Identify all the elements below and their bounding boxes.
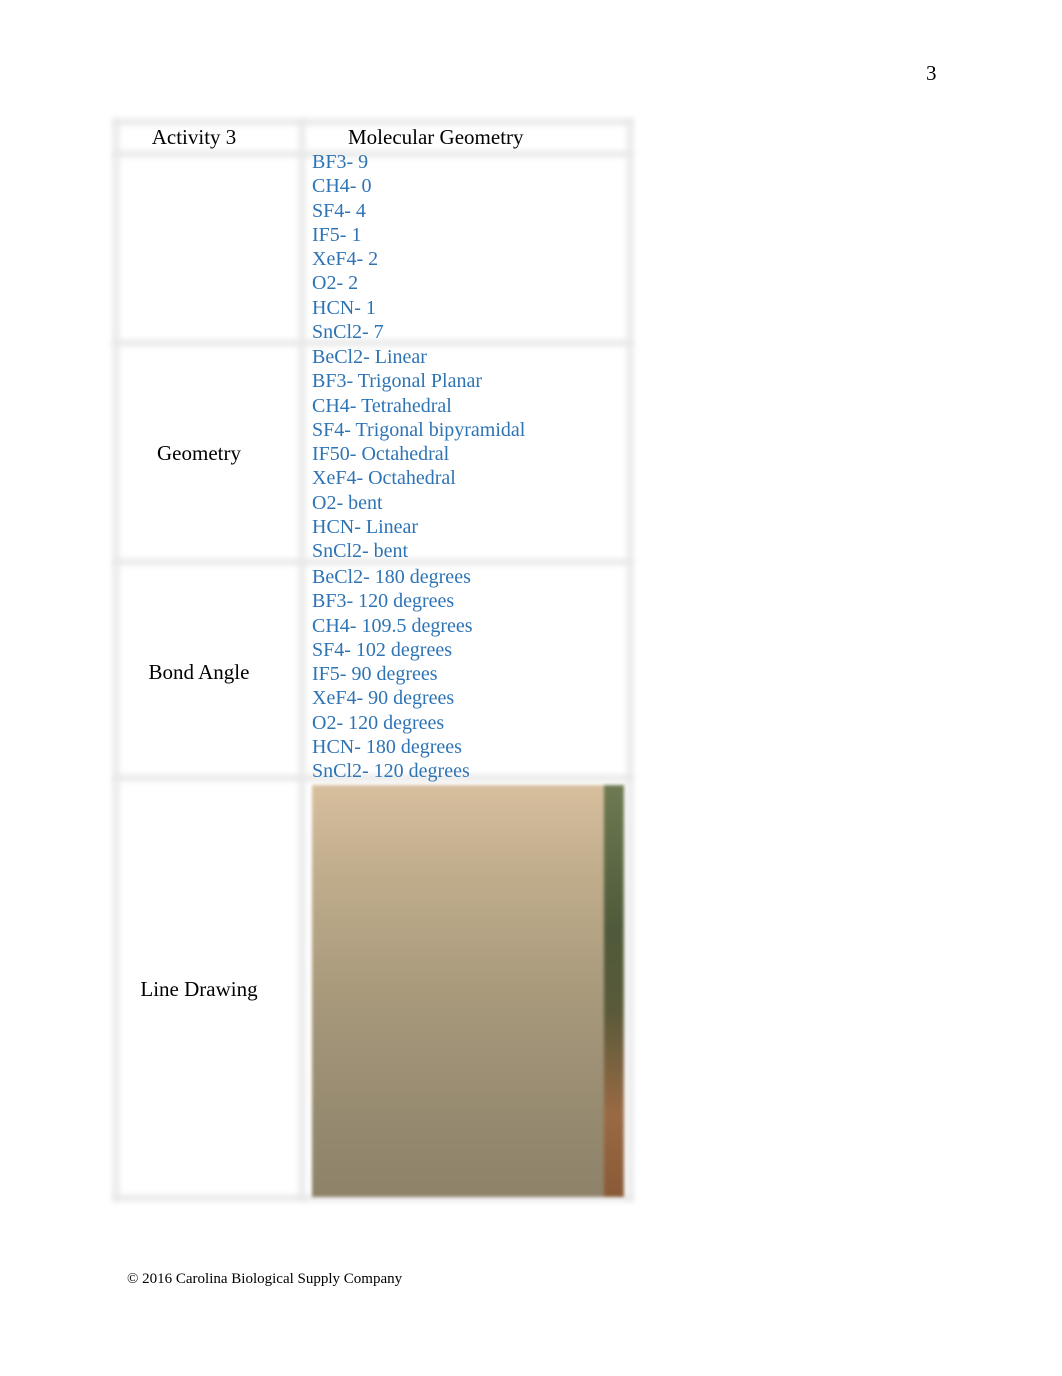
activity-table: Activity 3 Molecular Geometry BF3- 9 CH4… bbox=[113, 119, 633, 1204]
entry: BeCl2- Linear bbox=[312, 346, 427, 368]
table-border-right bbox=[627, 119, 633, 1201]
entry: CH4- 0 bbox=[312, 175, 372, 198]
entry: O2- 2 bbox=[312, 272, 359, 295]
entry: XeF4- Octahedral bbox=[312, 467, 456, 490]
entry: HCN- Linear bbox=[312, 516, 419, 539]
entry: IF50- Octahedral bbox=[312, 443, 450, 466]
line-drawing-photo bbox=[312, 785, 624, 1197]
entry: XeF4- 90 degrees bbox=[312, 687, 455, 710]
entry: BF3- Trigonal Planar bbox=[312, 370, 483, 393]
row3-entries: BeCl2- 180 degrees BF3- 120 degrees CH4-… bbox=[312, 565, 473, 784]
entry: SnCl2- bent bbox=[312, 540, 409, 563]
entry: O2- bent bbox=[312, 491, 383, 514]
row-label-line-drawing: Line Drawing bbox=[140, 977, 258, 1001]
entry: IF5- 1 bbox=[312, 223, 362, 246]
entry: SF4- 4 bbox=[312, 199, 366, 222]
row1-entries: BF3- 9 CH4- 0 SF4- 4 IF5- 1 XeF4- 2 O2- … bbox=[312, 150, 384, 344]
entry: CH4- 109.5 degrees bbox=[312, 614, 473, 637]
entry: HCN- 1 bbox=[312, 296, 376, 319]
copyright-footer: © 2016 Carolina Biological Supply Compan… bbox=[127, 1271, 403, 1287]
row-label-geometry: Geometry bbox=[157, 441, 241, 465]
entry: BeCl2- 180 degrees bbox=[312, 566, 471, 588]
entry: SnCl2- 7 bbox=[312, 321, 384, 344]
entry: SF4- 102 degrees bbox=[312, 638, 452, 661]
entry: SF4- Trigonal bipyramidal bbox=[312, 418, 526, 441]
page-number: 3 bbox=[926, 61, 937, 85]
entry: BF3- 120 degrees bbox=[312, 590, 455, 613]
row2-entries: BeCl2- Linear BF3- Trigonal Planar CH4- … bbox=[312, 345, 525, 564]
table-border-middle bbox=[299, 119, 305, 1201]
photo-edge bbox=[604, 785, 624, 1197]
header-molecular-geometry: Molecular Geometry bbox=[348, 125, 524, 149]
header-activity: Activity 3 bbox=[151, 125, 237, 149]
entry: CH4- Tetrahedral bbox=[312, 394, 452, 417]
entry: O2- 120 degrees bbox=[312, 711, 445, 734]
entry: BF3- 9 bbox=[312, 151, 369, 173]
row-label-bond-angle: Bond Angle bbox=[148, 660, 250, 684]
entry: XeF4- 2 bbox=[312, 248, 379, 271]
entry: HCN- 180 degrees bbox=[312, 736, 462, 759]
entry: SnCl2- 120 degrees bbox=[312, 760, 470, 783]
entry: IF5- 90 degrees bbox=[312, 663, 438, 686]
